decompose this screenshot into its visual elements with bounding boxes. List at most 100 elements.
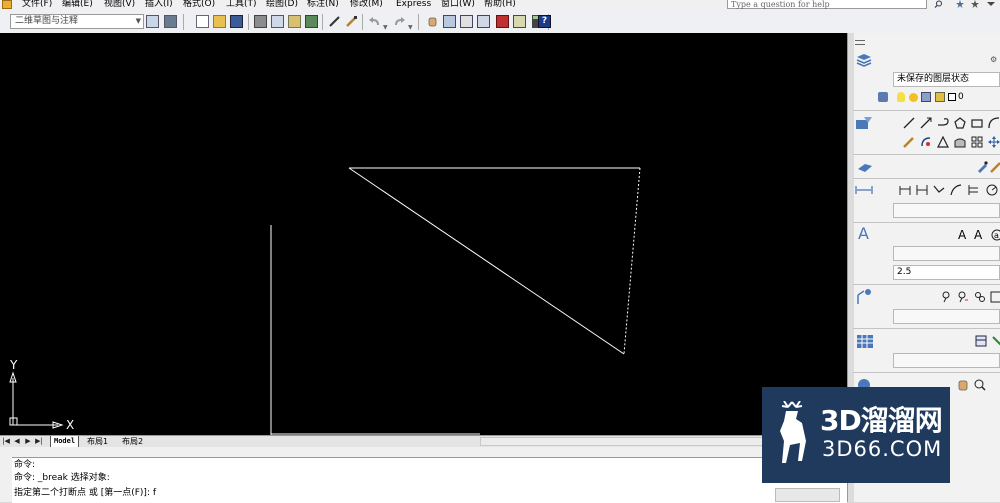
text-style-icon[interactable]: a [991,229,1000,241]
menu-file[interactable]: 文件(F) [22,0,52,10]
sheet-set-icon[interactable] [496,15,509,28]
pan-hand-icon[interactable] [426,15,439,28]
communication-center-icon[interactable] [955,0,965,8]
undo-icon[interactable] [368,15,381,28]
line-tool-icon[interactable] [903,117,915,129]
gradient-icon[interactable] [937,135,949,148]
help-search-input[interactable]: Type a question for help [727,0,927,9]
menu-insert[interactable]: 插入(I) [145,0,173,10]
help-dropdown-icon[interactable] [986,0,996,8]
boundary-icon[interactable] [954,136,966,148]
multiline-text-icon[interactable]: A [958,228,966,242]
3d-edit-icon[interactable] [976,161,988,173]
layer-tools-icon[interactable] [878,92,888,102]
zoom-icon[interactable] [974,379,986,391]
triangle-hypotenuse[interactable] [348,167,625,355]
workspace-select[interactable]: 二维草图与注释 ▼ [10,14,144,29]
dim-style-select[interactable] [893,203,1000,218]
menu-format[interactable]: 格式(O) [183,0,215,10]
ray-tool-icon[interactable] [920,117,932,129]
new-file-icon[interactable] [196,15,209,28]
print-icon[interactable] [254,15,267,28]
drawing-canvas[interactable]: Y X [0,33,847,435]
app-icon[interactable] [2,0,12,9]
menu-dimension[interactable]: 标注(N) [307,0,339,10]
plot-preview-icon[interactable] [271,15,284,28]
remove-leader-icon[interactable] [957,291,969,303]
command-scrollbar[interactable] [775,488,840,502]
workspace-save-icon[interactable] [164,15,177,28]
layers-icon[interactable] [856,53,872,70]
prev-tab-icon[interactable]: ◀ [13,437,21,446]
open-folder-icon[interactable] [213,15,226,28]
menu-edit[interactable]: 编辑(E) [62,0,93,10]
radius-dim-icon[interactable] [986,184,998,196]
add-leader-icon[interactable] [940,291,952,303]
layer-color-swatch-icon[interactable] [948,93,956,101]
redo-icon[interactable] [393,15,406,28]
multileader-style-select[interactable] [893,309,1000,324]
3d-dwf-icon[interactable] [305,15,318,28]
text-style-select[interactable] [893,246,1000,261]
layer-manager-icon[interactable]: ⚙ [990,55,997,64]
cut-pencil-icon[interactable] [328,15,341,28]
3d-brush-icon[interactable] [990,161,1000,173]
layer-viewport-icon[interactable] [921,92,931,102]
undo-dropdown-icon[interactable]: ▼ [383,24,388,31]
quick-leader-icon[interactable] [933,184,945,196]
tab-layout1[interactable]: 布局1 [84,436,111,447]
tool-palettes-icon[interactable] [477,15,490,28]
command-history[interactable]: 命令: 命令: _break 选择对象: 指定第二个打断点 或 [第一点(F)]… [12,457,847,503]
workspace-settings-icon[interactable] [146,15,159,28]
help-icon[interactable]: ? [538,15,551,28]
match-properties-brush-icon[interactable] [345,15,358,28]
command-prompt-input[interactable]: 指定第二个打断点 或 [第一点(F)]: f [14,487,156,499]
publish-icon[interactable] [288,15,301,28]
text-section-icon[interactable]: A [858,225,869,243]
design-center-icon[interactable] [460,15,473,28]
layer-lock-icon[interactable] [935,92,945,102]
menu-window[interactable]: 窗口(W) [441,0,475,10]
block-grid-icon[interactable] [971,136,983,148]
table-icon[interactable] [857,335,873,351]
next-tab-icon[interactable]: ▶ [24,437,32,446]
table-link-icon[interactable] [991,335,1000,347]
dimension-icon[interactable] [855,185,873,198]
properties-icon[interactable] [443,15,456,28]
markup-icon[interactable] [513,15,526,28]
layer-thaw-sun-icon[interactable] [909,93,918,102]
first-tab-icon[interactable]: |◀ [2,437,10,446]
ordinate-dim-icon[interactable] [967,184,979,196]
layer-on-bulb-icon[interactable] [897,92,905,102]
current-layer-name[interactable]: 0 [958,92,964,102]
menu-express[interactable]: Express [396,0,431,10]
arc-dim-icon[interactable] [950,184,962,196]
menu-help[interactable]: 帮助(H) [484,0,516,10]
multileader-icon[interactable] [855,289,873,308]
triangle-dashed-edge[interactable] [623,167,641,355]
hatch-pencil-icon[interactable] [903,136,915,148]
last-tab-icon[interactable]: ▶| [35,437,43,446]
rectangle-tool-icon[interactable] [971,117,983,129]
search-icon[interactable] [934,0,943,8]
table-style-select[interactable] [893,353,1000,368]
palette-grip-icon[interactable] [855,40,865,45]
aligned-dim-icon[interactable] [916,184,928,196]
save-icon[interactable] [230,15,243,28]
collect-leader-icon[interactable] [990,291,1000,303]
insert-table-icon[interactable] [975,335,987,347]
polygon-tool-icon[interactable] [954,117,966,129]
favorites-star-icon[interactable] [970,0,980,8]
edit-curve-icon[interactable] [920,136,932,148]
align-leader-icon[interactable] [974,291,986,303]
linear-dim-icon[interactable] [899,184,911,196]
polyline-tool-icon[interactable] [937,117,949,129]
redo-dropdown-icon[interactable]: ▼ [408,24,413,31]
menu-modify[interactable]: 修改(M) [350,0,383,10]
2d-draw-icon[interactable] [855,116,873,133]
layer-state-select[interactable]: 未保存的图层状态 [893,72,1000,87]
arc-tool-icon[interactable] [988,117,1000,129]
menu-view[interactable]: 视图(V) [104,0,135,10]
move-tool-icon[interactable] [988,136,1000,148]
tab-layout2[interactable]: 布局2 [119,436,146,447]
